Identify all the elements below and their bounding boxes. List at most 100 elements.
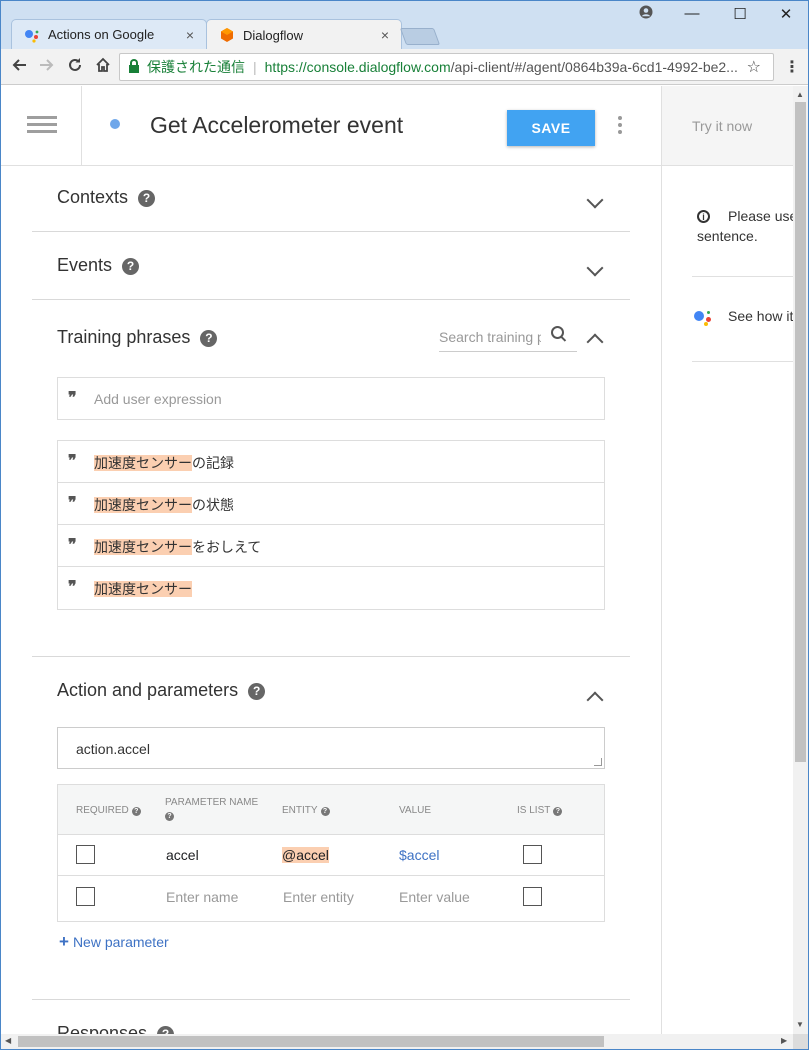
home-icon[interactable] xyxy=(92,56,114,78)
required-checkbox[interactable] xyxy=(76,845,95,864)
dialogflow-icon xyxy=(219,27,235,43)
help-icon[interactable]: ? xyxy=(157,1026,175,1034)
help-icon[interactable]: ? xyxy=(165,812,174,821)
help-icon[interactable]: ? xyxy=(200,330,218,347)
entity-annotation[interactable]: 加速度センサー xyxy=(94,497,192,513)
hamburger-menu-icon[interactable] xyxy=(27,116,57,134)
parameter-row: accel @accel $accel xyxy=(58,835,604,876)
vertical-scrollbar[interactable]: ▲ ▼ xyxy=(793,86,808,1034)
scroll-right-arrow-icon[interactable]: ▶ xyxy=(781,1036,787,1045)
entity-annotation[interactable]: 加速度センサー xyxy=(94,455,192,471)
tab-actions-on-google[interactable]: Actions on Google × xyxy=(11,19,207,49)
parameter-value[interactable]: $accel xyxy=(399,847,439,863)
is-list-checkbox[interactable] xyxy=(523,887,542,906)
secure-label: 保護された通信 xyxy=(147,59,245,75)
browser-toolbar: 保護された通信 | https://console.dialogflow.com… xyxy=(1,49,808,85)
url-host: https://console.dialogflow.com xyxy=(264,59,451,75)
search-training-phrases-input[interactable]: Search training p xyxy=(439,326,577,352)
quote-icon: ❞ xyxy=(68,451,76,470)
help-icon[interactable]: ? xyxy=(122,258,140,275)
help-icon[interactable]: ? xyxy=(320,807,330,816)
action-parameters-section-title[interactable]: Action and parameters? xyxy=(57,680,266,701)
bookmark-star-icon[interactable]: ☆ xyxy=(747,57,761,77)
add-user-expression-input[interactable]: ❞ Add user expression xyxy=(57,377,605,420)
chevron-up-icon[interactable] xyxy=(585,331,605,345)
search-icon[interactable] xyxy=(551,326,567,342)
tab-close-icon[interactable]: × xyxy=(180,27,200,43)
intent-header: Get Accelerometer event SAVE xyxy=(1,86,661,166)
entity-annotation[interactable]: 加速度センサー xyxy=(94,539,192,555)
plus-icon: + xyxy=(59,932,69,951)
scroll-left-arrow-icon[interactable]: ◀ xyxy=(5,1036,11,1045)
address-bar[interactable]: 保護された通信 | https://console.dialogflow.com… xyxy=(119,53,774,81)
intent-title[interactable]: Get Accelerometer event xyxy=(150,112,403,139)
quote-icon: ❞ xyxy=(68,535,76,554)
new-parameter-button[interactable]: + New parameter xyxy=(59,932,169,952)
forward-arrow-icon[interactable] xyxy=(36,56,58,78)
events-section-title[interactable]: Events? xyxy=(57,255,140,276)
more-options-icon[interactable] xyxy=(615,116,625,136)
new-tab-button[interactable] xyxy=(399,28,441,45)
quote-icon: ❞ xyxy=(68,388,76,407)
lock-icon xyxy=(129,59,139,73)
intent-priority-dot[interactable] xyxy=(110,119,120,129)
responses-section-title[interactable]: Responses? xyxy=(57,1023,175,1034)
google-assistant-icon xyxy=(24,27,40,43)
chevron-down-icon[interactable] xyxy=(585,194,605,208)
horizontal-scroll-thumb[interactable] xyxy=(18,1036,604,1047)
entity-column-header: ENTITY? xyxy=(282,804,330,817)
browser-menu-icon[interactable]: ⋮ xyxy=(784,57,800,77)
parameter-name-column-header: PARAMETER NAME? xyxy=(165,797,259,821)
training-phrase-row[interactable]: ❞ 加速度センサーの記録 xyxy=(58,441,604,483)
parameter-name-input[interactable]: Enter name xyxy=(166,889,238,905)
scroll-up-arrow-icon[interactable]: ▲ xyxy=(796,90,804,99)
help-icon[interactable]: ? xyxy=(248,683,266,700)
help-icon[interactable]: ? xyxy=(138,190,156,207)
parameter-row-empty: Enter name Enter entity Enter value xyxy=(58,876,604,917)
quote-icon: ❞ xyxy=(68,577,76,596)
help-icon[interactable]: ? xyxy=(553,807,563,816)
parameter-value-input[interactable]: Enter value xyxy=(399,889,470,905)
entity-annotation[interactable]: 加速度センサー xyxy=(94,581,192,597)
parameter-entity-input[interactable]: Enter entity xyxy=(283,889,354,905)
see-how-it-works-link[interactable]: See how it xyxy=(694,308,793,327)
training-phrases-list: ❞ 加速度センサーの記録 ❞ 加速度センサーの状態 ❞ 加速度センサーをおしえて… xyxy=(57,440,605,610)
scroll-down-arrow-icon[interactable]: ▼ xyxy=(796,1020,804,1029)
is-list-checkbox[interactable] xyxy=(523,845,542,864)
reload-icon[interactable] xyxy=(64,56,86,78)
maximize-button[interactable]: ☐ xyxy=(726,5,754,23)
save-button[interactable]: SAVE xyxy=(507,110,595,146)
help-icon[interactable]: ? xyxy=(131,807,141,816)
action-name-input[interactable]: action.accel xyxy=(57,727,605,769)
close-window-button[interactable]: ✕ xyxy=(772,5,800,23)
vertical-scroll-thumb[interactable] xyxy=(795,102,806,762)
training-phrase-row[interactable]: ❞ 加速度センサーの状態 xyxy=(58,483,604,525)
parameter-name[interactable]: accel xyxy=(166,847,199,863)
try-it-now-panel: Try it now i Please use sentence. See how … xyxy=(661,86,793,1034)
tab-label: Dialogflow xyxy=(243,27,303,43)
tab-close-icon[interactable]: × xyxy=(375,27,395,43)
parameters-table: REQUIRED? PARAMETER NAME? ENTITY? VALUE … xyxy=(57,784,605,922)
tab-dialogflow[interactable]: Dialogflow × xyxy=(206,19,402,50)
horizontal-scrollbar[interactable]: ◀ ▶ xyxy=(1,1034,793,1049)
training-phrases-section-title[interactable]: Training phrases? xyxy=(57,327,218,348)
parameter-entity[interactable]: @accel xyxy=(282,847,329,863)
intent-editor: Contexts? Events? Training phrases? Sear… xyxy=(1,166,661,1034)
info-message: i Please use sentence. xyxy=(697,208,793,244)
info-icon: i xyxy=(697,210,710,223)
browser-window: Actions on Google × Dialogflow × — ☐ ✕ 保… xyxy=(0,0,809,1050)
required-column-header: REQUIRED? xyxy=(76,804,141,817)
resize-handle-icon[interactable] xyxy=(594,758,602,766)
minimize-button[interactable]: — xyxy=(678,5,706,22)
training-phrase-row[interactable]: ❞ 加速度センサー xyxy=(58,567,604,609)
try-it-now-header: Try it now xyxy=(662,86,793,166)
try-it-now-input[interactable]: Try it now xyxy=(692,118,752,134)
contexts-section-title[interactable]: Contexts? xyxy=(57,187,156,208)
chevron-up-icon[interactable] xyxy=(585,689,605,703)
account-icon[interactable] xyxy=(632,5,660,23)
chevron-down-icon[interactable] xyxy=(585,262,605,276)
training-phrase-row[interactable]: ❞ 加速度センサーをおしえて xyxy=(58,525,604,567)
back-arrow-icon[interactable] xyxy=(8,56,30,78)
url-path: /api-client/#/agent/0864b39a-6cd1-4992-b… xyxy=(450,59,738,75)
required-checkbox[interactable] xyxy=(76,887,95,906)
